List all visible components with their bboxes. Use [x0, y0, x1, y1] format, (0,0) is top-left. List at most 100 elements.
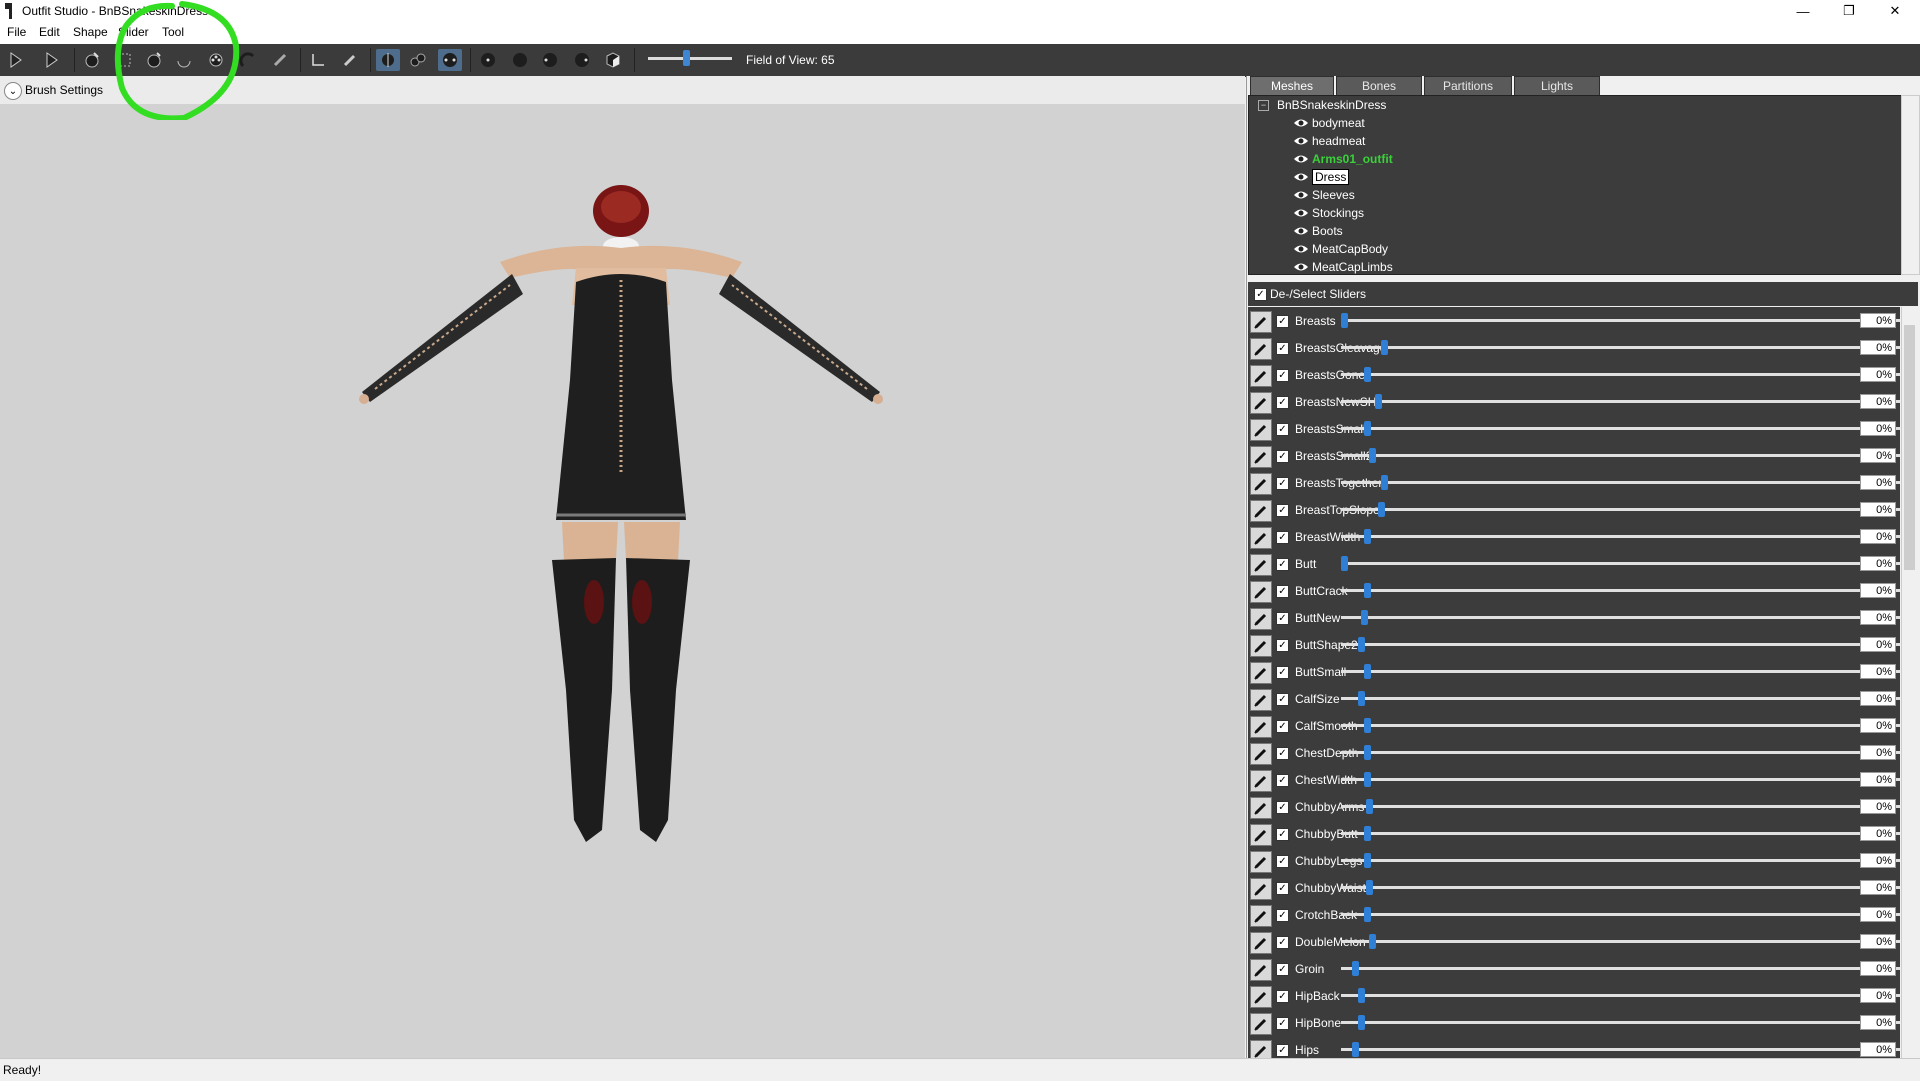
slider-thumb[interactable]	[1375, 394, 1382, 409]
maximize-button[interactable]: ❐	[1826, 0, 1872, 22]
slider-edit-pencil-icon[interactable]	[1250, 311, 1272, 333]
mesh-tree[interactable]: − BnBSnakeskinDress bodymeat headmeat Arms…	[1248, 95, 1902, 275]
slider-value-field[interactable]: 0%	[1860, 880, 1896, 895]
tab-lights[interactable]: Lights	[1514, 76, 1600, 95]
view-back-icon[interactable]	[508, 49, 532, 71]
slider-thumb[interactable]	[1364, 745, 1371, 760]
perspective-toggle-icon[interactable]	[601, 49, 625, 71]
slider-thumb[interactable]	[1381, 475, 1388, 490]
slider-edit-pencil-icon[interactable]	[1250, 1013, 1272, 1035]
slider-checkbox[interactable]: ✓	[1276, 504, 1289, 517]
slider-thumb[interactable]	[1364, 529, 1371, 544]
mirror-x-icon[interactable]	[376, 49, 400, 71]
slider-value-field[interactable]: 0%	[1860, 799, 1896, 814]
eye-icon[interactable]	[1293, 136, 1309, 146]
eye-icon[interactable]	[1293, 190, 1309, 200]
slider-checkbox[interactable]: ✓	[1276, 828, 1289, 841]
collapse-icon[interactable]: −	[1258, 99, 1269, 111]
slider-value-field[interactable]: 0%	[1860, 1015, 1896, 1030]
eye-icon[interactable]	[1293, 262, 1309, 272]
slider-thumb[interactable]	[1341, 556, 1348, 571]
slider-thumb[interactable]	[1369, 934, 1376, 949]
slider-track[interactable]	[1341, 535, 1900, 538]
slider-edit-pencil-icon[interactable]	[1250, 878, 1272, 900]
slider-value-field[interactable]: 0%	[1860, 637, 1896, 652]
slider-checkbox[interactable]: ✓	[1276, 882, 1289, 895]
slider-track[interactable]	[1341, 400, 1900, 403]
slider-checkbox[interactable]: ✓	[1276, 369, 1289, 382]
slider-edit-pencil-icon[interactable]	[1250, 581, 1272, 603]
slider-edit-pencil-icon[interactable]	[1250, 392, 1272, 414]
eye-icon[interactable]	[1293, 172, 1309, 182]
slider-edit-pencil-icon[interactable]	[1250, 959, 1272, 981]
deselect-sliders-checkbox[interactable]: ✓	[1254, 288, 1267, 301]
slider-track[interactable]	[1341, 805, 1900, 808]
slider-checkbox[interactable]: ✓	[1276, 801, 1289, 814]
menu-shape[interactable]: Shape	[73, 25, 108, 39]
slider-value-field[interactable]: 0%	[1860, 529, 1896, 544]
tree-scrollbar[interactable]	[1901, 95, 1920, 275]
slider-edit-pencil-icon[interactable]	[1250, 419, 1272, 441]
chevron-down-icon[interactable]: ⌄	[4, 82, 22, 100]
slider-edit-pencil-icon[interactable]	[1250, 851, 1272, 873]
slider-track[interactable]	[1341, 886, 1900, 889]
mesh-item[interactable]: Sleeves	[1249, 186, 1901, 204]
slider-track[interactable]	[1341, 589, 1900, 592]
slider-thumb[interactable]	[1364, 583, 1371, 598]
tab-bones[interactable]: Bones	[1336, 76, 1422, 95]
slider-edit-pencil-icon[interactable]	[1250, 932, 1272, 954]
slider-thumb[interactable]	[1381, 340, 1388, 355]
slider-value-field[interactable]: 0%	[1860, 988, 1896, 1003]
slider-thumb[interactable]	[1366, 880, 1373, 895]
slider-track[interactable]	[1341, 562, 1900, 565]
slider-value-field[interactable]: 0%	[1860, 664, 1896, 679]
slider-track[interactable]	[1341, 508, 1900, 511]
mesh-item[interactable]: Stockings	[1249, 204, 1901, 222]
slider-value-field[interactable]: 0%	[1860, 610, 1896, 625]
slider-edit-pencil-icon[interactable]	[1250, 1040, 1272, 1058]
slider-checkbox[interactable]: ✓	[1276, 720, 1289, 733]
slider-value-field[interactable]: 0%	[1860, 421, 1896, 436]
slider-checkbox[interactable]: ✓	[1276, 477, 1289, 490]
slider-value-field[interactable]: 0%	[1860, 340, 1896, 355]
slider-value-field[interactable]: 0%	[1860, 502, 1896, 517]
slider-edit-pencil-icon[interactable]	[1250, 662, 1272, 684]
slider-track[interactable]	[1341, 1048, 1900, 1051]
slider-track[interactable]	[1341, 454, 1900, 457]
slider-value-field[interactable]: 0%	[1860, 907, 1896, 922]
slider-checkbox[interactable]: ✓	[1276, 342, 1289, 355]
slider-track[interactable]	[1341, 1021, 1900, 1024]
transform-tool-icon[interactable]	[40, 49, 64, 71]
slider-checkbox[interactable]: ✓	[1276, 990, 1289, 1003]
slider-checkbox[interactable]: ✓	[1276, 1044, 1289, 1057]
slider-checkbox[interactable]: ✓	[1276, 612, 1289, 625]
slider-track[interactable]	[1341, 859, 1900, 862]
slider-thumb[interactable]	[1352, 1042, 1359, 1057]
slider-edit-pencil-icon[interactable]	[1250, 608, 1272, 630]
select-tool-icon[interactable]	[4, 49, 28, 71]
vertex-edit-icon[interactable]	[306, 49, 330, 71]
slider-value-field[interactable]: 0%	[1860, 691, 1896, 706]
slider-edit-pencil-icon[interactable]	[1250, 554, 1272, 576]
mesh-item[interactable]: Arms01_outfit	[1249, 150, 1901, 168]
menu-file[interactable]: File	[7, 25, 26, 39]
slider-thumb[interactable]	[1364, 367, 1371, 382]
slider-value-field[interactable]: 0%	[1860, 367, 1896, 382]
eye-icon[interactable]	[1293, 244, 1309, 254]
slider-checkbox[interactable]: ✓	[1276, 315, 1289, 328]
slider-checkbox[interactable]: ✓	[1276, 747, 1289, 760]
eye-icon[interactable]	[1293, 208, 1309, 218]
slider-value-field[interactable]: 0%	[1860, 961, 1896, 976]
view-left-icon[interactable]	[538, 49, 562, 71]
slider-scrollbar-thumb[interactable]	[1904, 325, 1915, 570]
slider-checkbox[interactable]: ✓	[1276, 639, 1289, 652]
mesh-item[interactable]: Dress	[1249, 168, 1901, 186]
eye-icon[interactable]	[1293, 154, 1309, 164]
slider-checkbox[interactable]: ✓	[1276, 396, 1289, 409]
slider-edit-pencil-icon[interactable]	[1250, 770, 1272, 792]
slider-thumb[interactable]	[1364, 718, 1371, 733]
slider-checkbox[interactable]: ✓	[1276, 423, 1289, 436]
slider-edit-pencil-icon[interactable]	[1250, 986, 1272, 1008]
slider-edit-pencil-icon[interactable]	[1250, 500, 1272, 522]
slider-edit-pencil-icon[interactable]	[1250, 824, 1272, 846]
